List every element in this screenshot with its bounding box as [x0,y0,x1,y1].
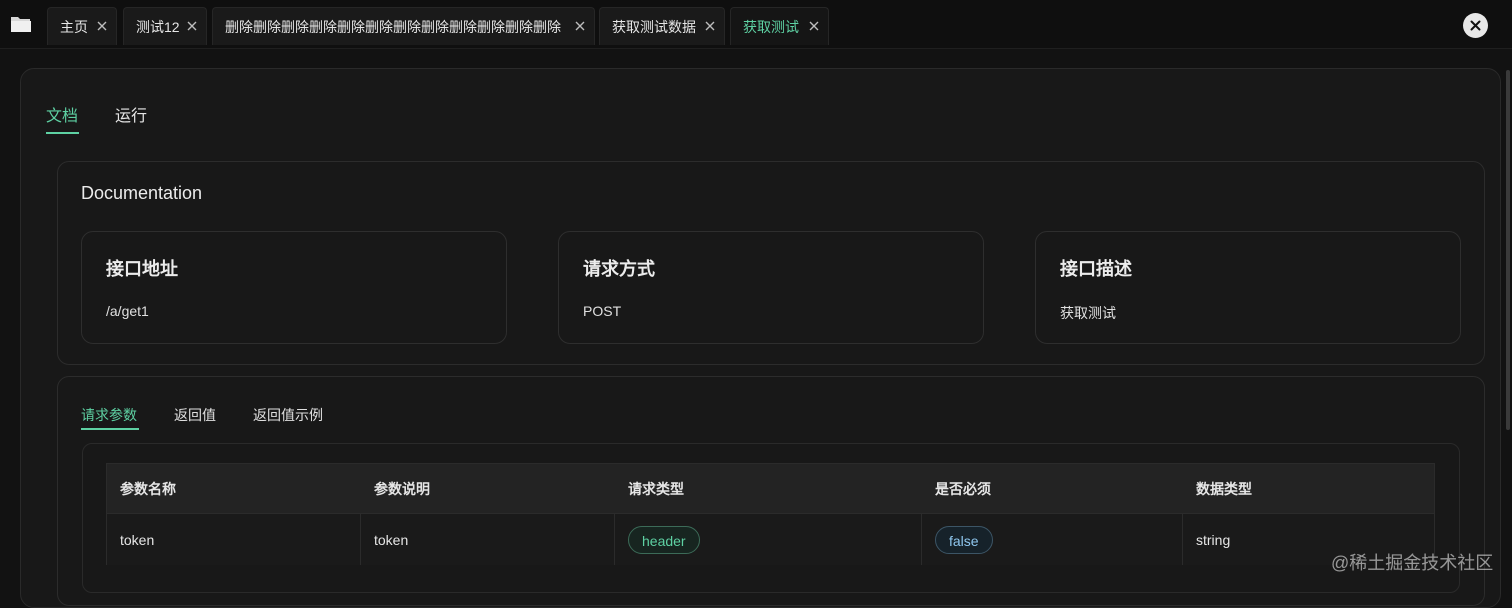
info-card-method: 请求方式 POST [558,231,984,344]
column-header: 参数说明 [374,480,430,497]
tab-label: 删除删除删除删除删除删除删除删除删除删除删除删除 [225,18,561,35]
info-value: POST [583,303,622,319]
info-card-description: 接口描述 获取测试 [1035,231,1461,344]
table-row: token token header false string [107,513,1434,565]
tab-test12[interactable]: 测试12 [123,7,207,45]
active-subtab-indicator [81,428,139,430]
documentation-title: Documentation [81,183,203,203]
tab-get-test[interactable]: 获取测试 [730,7,829,45]
column-header: 参数名称 [120,480,176,497]
cell-request-type: header [615,514,922,565]
folder-icon[interactable] [10,14,32,34]
tab-label: 测试12 [136,18,180,35]
tab-get-test-data[interactable]: 获取测试数据 [599,7,725,45]
column-header: 请求类型 [628,480,684,497]
params-table: 参数名称 参数说明 请求类型 是否必须 数据类型 token token hea… [106,463,1435,565]
cell-param-name: token [107,514,361,565]
close-icon[interactable] [808,20,820,32]
tab-delete[interactable]: 删除删除删除删除删除删除删除删除删除删除删除删除 [212,7,595,45]
close-icon[interactable] [96,20,108,32]
tab-bar: 主页 测试12 删除删除删除删除删除删除删除删除删除删除删除删除 获取测试数据 … [0,0,1512,49]
info-title: 请求方式 [583,259,655,279]
tab-label: 主页 [60,18,88,35]
cell-required: false [922,514,1183,565]
close-icon[interactable] [574,20,586,32]
tab-run[interactable]: 运行 [115,102,147,126]
tab-home[interactable]: 主页 [47,7,117,45]
close-icon [1470,20,1481,31]
table-header: 参数名称 参数说明 请求类型 是否必须 数据类型 [107,464,1434,513]
tab-label: 获取测试数据 [612,18,696,35]
column-header: 是否必须 [935,480,991,497]
tab-docs[interactable]: 文档 [46,102,78,126]
close-icon[interactable] [186,20,198,32]
info-value: 获取测试 [1060,305,1116,321]
request-type-badge: header [628,525,700,554]
required-badge: false [935,525,993,554]
close-icon[interactable] [704,20,716,32]
active-tab-indicator [46,132,79,134]
info-title: 接口地址 [106,259,178,279]
tab-label: 获取测试 [743,18,799,35]
cell-param-desc: token [361,514,615,565]
info-value: /a/get1 [106,303,149,319]
tab-return-example[interactable]: 返回值示例 [253,405,323,425]
close-all-button[interactable] [1463,13,1488,38]
watermark: @稀土掘金技术社区 [1331,553,1494,573]
scrollbar[interactable] [1506,70,1510,430]
column-header: 数据类型 [1196,480,1252,497]
tab-request-params[interactable]: 请求参数 [81,405,137,425]
tab-return-value[interactable]: 返回值 [174,405,216,425]
info-card-address: 接口地址 /a/get1 [81,231,507,344]
info-title: 接口描述 [1060,259,1132,279]
